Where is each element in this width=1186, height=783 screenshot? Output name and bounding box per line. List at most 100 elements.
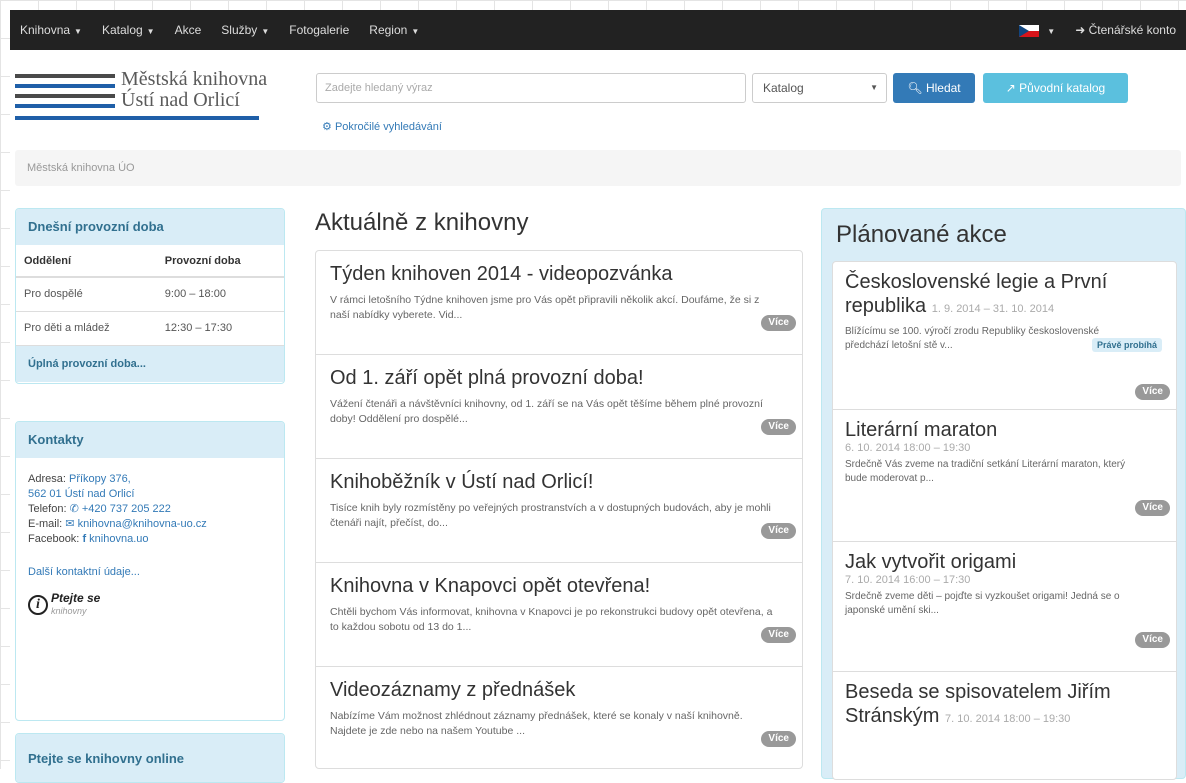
news-item[interactable]: Knihoběžník v Ústí nad Orlicí! Tisíce kn…: [316, 459, 802, 563]
more-badge[interactable]: Více: [761, 731, 796, 747]
ptejte-title: Ptejte se: [51, 591, 101, 605]
nav-label: Region: [369, 23, 408, 37]
address-link[interactable]: 562 01 Ústí nad Orlicí: [28, 488, 134, 500]
contacts-panel: Kontakty Adresa: Příkopy 376, 562 01 Úst…: [15, 421, 285, 721]
nav-katalog[interactable]: Katalog ▼: [92, 23, 165, 37]
nav-sluzby[interactable]: Služby ▼: [211, 23, 279, 37]
ongoing-label: Právě probíhá: [1091, 338, 1162, 352]
hours-table: Oddělení Provozní doba Pro dospělé 9:00 …: [16, 245, 284, 346]
address-link[interactable]: Příkopy 376,: [69, 473, 131, 485]
library-logo[interactable]: Městská knihovna Ústí nad Orlicí: [15, 68, 295, 132]
table-header-row: Oddělení Provozní doba: [16, 245, 284, 278]
more-badge[interactable]: Více: [761, 523, 796, 539]
news-excerpt: Tisíce knih byly rozmístěny po veřejných…: [330, 502, 771, 529]
ptejte-se-logo[interactable]: i Ptejte se knihovny: [28, 592, 272, 617]
select-value: Katalog: [763, 81, 804, 95]
logo-stripe: [15, 84, 115, 88]
search-button[interactable]: 🔍︎ Hledat: [893, 73, 975, 103]
opening-hours-panel: Dnešní provozní doba Oddělení Provozní d…: [15, 208, 285, 384]
more-badge[interactable]: Více: [1135, 384, 1170, 400]
time-cell: 9:00 – 18:00: [156, 277, 284, 312]
logo-stripe: [15, 94, 115, 98]
event-date: 7. 10. 2014 18:00 – 19:30: [945, 713, 1071, 725]
events-panel: Plánované akce Československé legie a Pr…: [821, 208, 1186, 780]
more-contacts-link[interactable]: Další kontaktní údaje...: [28, 566, 140, 578]
full-hours-link[interactable]: Úplná provozní doba...: [16, 345, 284, 382]
logo-underline: [15, 116, 259, 120]
facebook-icon: f: [82, 533, 87, 545]
original-catalog-button[interactable]: ↗ Původní katalog: [983, 73, 1128, 103]
news-title[interactable]: Knihovna v Knapovci opět otevřena!: [330, 573, 788, 599]
advanced-search-link[interactable]: ⚙ Pokročilé vyhledávání: [322, 120, 442, 133]
chevron-down-icon: ▼: [411, 27, 420, 36]
news-title[interactable]: Videozáznamy z přednášek: [330, 677, 788, 703]
panel-title: Dnešní provozní doba: [16, 209, 284, 245]
more-badge[interactable]: Více: [761, 419, 796, 435]
email-label: E-mail:: [28, 518, 63, 530]
more-badge[interactable]: Více: [1135, 500, 1170, 516]
news-item[interactable]: Knihovna v Knapovci opět otevřena! Chtěl…: [316, 563, 802, 667]
event-desc: Srdečně Vás zveme na tradiční setkání Li…: [845, 459, 1126, 484]
email-link[interactable]: ✉ knihovna@knihovna-uo.cz: [65, 518, 206, 530]
chevron-down-icon: ▼: [261, 27, 270, 36]
facebook-link[interactable]: f knihovna.uo: [82, 533, 148, 545]
chevron-down-icon: ▼: [146, 27, 155, 36]
nav-knihovna[interactable]: Knihovna ▼: [10, 23, 92, 37]
event-title[interactable]: Československé legie a První republika 1…: [845, 270, 1164, 321]
news-title[interactable]: Knihoběžník v Ústí nad Orlicí!: [330, 469, 788, 495]
event-title[interactable]: Jak vytvořit origami: [845, 550, 1164, 574]
chevron-down-icon: ▼: [74, 27, 82, 36]
event-desc: Srdečně zveme děti – pojďte si vyzkoušet…: [845, 591, 1120, 616]
news-list: Týden knihoven 2014 - videopozvánka V rá…: [315, 250, 803, 769]
ptejte-sub: knihovny: [51, 606, 87, 616]
nav-label: Služby: [221, 23, 258, 37]
panel-title: Kontakty: [16, 422, 284, 458]
news-title[interactable]: Od 1. září opět plná provozní doba!: [330, 365, 788, 391]
facebook-value: knihovna.uo: [89, 533, 149, 545]
search-scope-select[interactable]: Katalog ▼: [752, 73, 887, 103]
news-excerpt: Vážení čtenáři a návštěvníci knihovny, o…: [330, 398, 763, 425]
column-header: Oddělení: [16, 245, 157, 278]
event-title[interactable]: Literární maraton: [845, 418, 1164, 442]
time-cell: 12:30 – 17:30: [156, 311, 284, 346]
email-value: knihovna@knihovna-uo.cz: [77, 518, 207, 530]
event-date: 6. 10. 2014 18:00 – 19:30: [845, 442, 971, 454]
language-dropdown[interactable]: ▼: [1009, 23, 1065, 37]
events-list: Československé legie a První republika 1…: [832, 261, 1177, 780]
account-link[interactable]: ➜ Čtenářské konto: [1065, 23, 1186, 37]
nav-fotogalerie[interactable]: Fotogalerie: [279, 23, 359, 37]
search-input[interactable]: Zadejte hledaný výraz: [316, 73, 746, 103]
gear-icon: ⚙: [322, 121, 332, 133]
phone-link[interactable]: ✆ +420 737 205 222: [70, 503, 171, 515]
more-badge[interactable]: Více: [761, 315, 796, 331]
panel-title: Ptejte se knihovny online: [16, 734, 284, 782]
event-title[interactable]: Beseda se spisovatelem Jiřím Stránským 7…: [845, 680, 1164, 731]
search-button-label: Hledat: [925, 81, 961, 95]
advanced-search-label: Pokročilé vyhledávání: [334, 121, 442, 133]
column-header: Provozní doba: [156, 245, 284, 278]
dept-cell: Pro děti a mládež: [16, 311, 157, 346]
nav-region[interactable]: Region ▼: [359, 23, 429, 37]
dept-cell: Pro dospělé: [16, 277, 157, 312]
breadcrumb-item[interactable]: Městská knihovna ÚO: [27, 162, 135, 174]
login-icon: ➜: [1075, 23, 1086, 37]
more-badge[interactable]: Více: [761, 627, 796, 643]
external-link-icon: ↗: [1005, 81, 1016, 95]
news-item[interactable]: Od 1. září opět plná provozní doba! Váže…: [316, 355, 802, 459]
news-item[interactable]: Videozáznamy z přednášek Nabízíme Vám mo…: [316, 667, 802, 768]
event-item[interactable]: Literární maraton 6. 10. 2014 18:00 – 19…: [833, 410, 1176, 542]
nav-label: Knihovna: [20, 23, 71, 37]
news-item[interactable]: Týden knihoven 2014 - videopozvánka V rá…: [316, 251, 802, 355]
czech-flag-icon: [1019, 24, 1040, 37]
nav-akce[interactable]: Akce: [165, 23, 212, 37]
event-item[interactable]: Československé legie a První republika 1…: [833, 262, 1176, 410]
ask-online-panel: Ptejte se knihovny online: [15, 733, 285, 783]
event-item[interactable]: Jak vytvořit origami 7. 10. 2014 16:00 –…: [833, 542, 1176, 672]
news-excerpt: V rámci letošního Týdne knihoven jsme pr…: [330, 294, 760, 321]
more-badge[interactable]: Více: [1135, 632, 1170, 648]
nav-label: Fotogalerie: [289, 23, 350, 37]
phone-value: +420 737 205 222: [81, 503, 171, 515]
news-title[interactable]: Týden knihoven 2014 - videopozvánka: [330, 261, 788, 287]
event-item[interactable]: Beseda se spisovatelem Jiřím Stránským 7…: [833, 672, 1176, 739]
logo-stripe: [15, 104, 115, 108]
